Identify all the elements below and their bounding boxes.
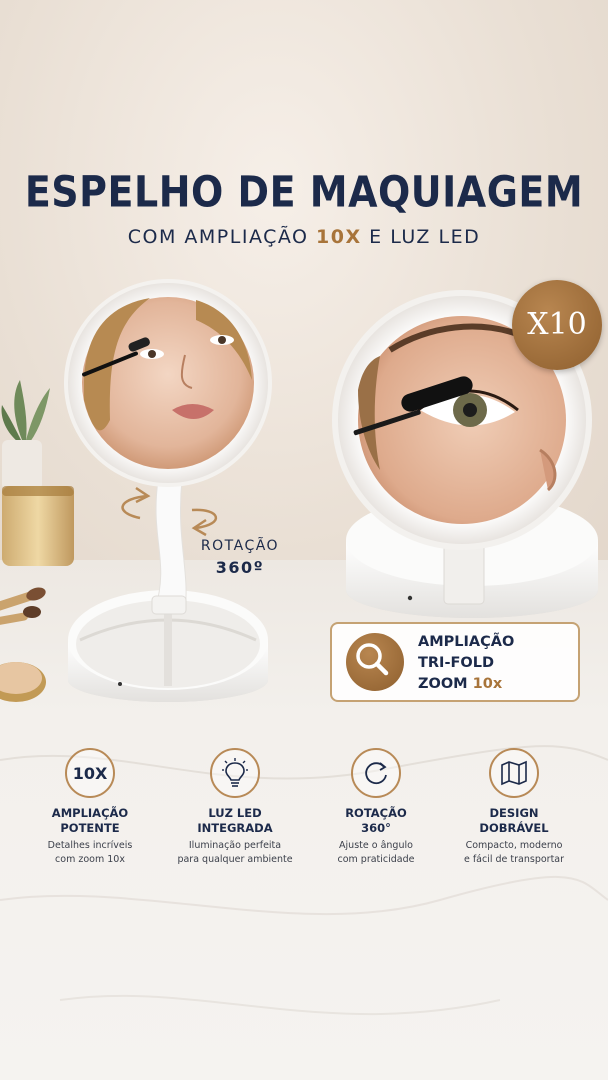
feature-description: Ajuste o ângulo com praticidade: [301, 839, 451, 867]
feature-desc-line2: com praticidade: [337, 854, 415, 865]
feature-title-line2: INTEGRADA: [197, 821, 273, 835]
feature-ampliacao: 10X AMPLIAÇÃO POTENTE Detalhes incríveis…: [15, 748, 165, 867]
feature-icon-text: 10X: [72, 763, 108, 783]
feature-title: LUZ LED INTEGRADA: [160, 806, 310, 836]
feature-desc-line1: Iluminação perfeita: [188, 840, 282, 851]
page-subtitle: COM AMPLIAÇÃO 10X E LUZ LED: [0, 226, 608, 248]
page-title: ESPELHO DE MAQUIAGEM: [24, 167, 584, 217]
feature-title: DESIGN DOBRÁVEL: [439, 806, 589, 836]
feature-desc-line2: para qualquer ambiente: [177, 854, 293, 865]
feature-desc-line1: Ajuste o ângulo: [339, 840, 413, 851]
feature-luz-led: LUZ LED INTEGRADA Iluminação perfeita pa…: [160, 748, 310, 867]
rotation-label-line1: ROTAÇÃO: [200, 538, 280, 554]
10x-icon: 10X: [65, 748, 115, 798]
rotation-label: ROTAÇÃO 360º: [190, 535, 290, 579]
feature-description: Compacto, moderno e fácil de transportar: [439, 839, 589, 867]
zoom-line1: AMPLIAÇÃO: [418, 634, 515, 650]
feature-desc-line2: com zoom 10x: [55, 854, 125, 865]
features-row: 10X AMPLIAÇÃO POTENTE Detalhes incríveis…: [0, 748, 608, 878]
feature-desc-line2: e fácil de transportar: [463, 854, 565, 865]
plant-decor: [1, 380, 50, 490]
mirror-left: [64, 279, 272, 702]
feature-rotacao: ROTAÇÃO 360° Ajuste o ângulo com pratici…: [301, 748, 451, 867]
feature-title-line1: ROTAÇÃO: [345, 806, 407, 820]
feature-title-line1: AMPLIAÇÃO: [51, 806, 129, 820]
feature-description: Iluminação perfeita para qualquer ambien…: [160, 839, 310, 867]
zoom-line2: TRI-FOLD: [418, 655, 494, 671]
subtitle-pre: COM AMPLIAÇÃO: [127, 226, 317, 248]
feature-title-line1: LUZ LED: [208, 806, 262, 820]
feature-desc-line1: Compacto, moderno: [465, 840, 563, 851]
folding-map-icon: [489, 748, 539, 798]
feature-description: Detalhes incríveis com zoom 10x: [15, 839, 165, 867]
feature-title-line2: DOBRÁVEL: [479, 821, 549, 835]
product-scene: [0, 279, 608, 1016]
feature-title: ROTAÇÃO 360°: [301, 806, 451, 836]
rotation-label-line2: 360º: [215, 558, 265, 577]
zoom-line3-highlight: 10x: [472, 676, 503, 692]
zoom-line3: ZOOM 10x: [418, 674, 578, 695]
lightbulb-icon: [210, 748, 260, 798]
feature-title: AMPLIAÇÃO POTENTE: [15, 806, 165, 836]
magnifier-glyph: [356, 643, 389, 676]
rotation-icon: [351, 748, 401, 798]
feature-title-line1: DESIGN: [489, 806, 539, 820]
zoom-line3-pre: ZOOM: [418, 676, 473, 692]
subtitle-highlight: 10X: [316, 226, 362, 248]
feature-title-line2: POTENTE: [60, 821, 120, 835]
feature-title-line2: 360°: [361, 821, 391, 835]
subtitle-post: E LUZ LED: [361, 226, 481, 248]
feature-desc-line1: Detalhes incríveis: [47, 840, 133, 851]
x10-badge: X10: [512, 280, 602, 370]
feature-design: DESIGN DOBRÁVEL Compacto, moderno e fáci…: [439, 748, 589, 867]
